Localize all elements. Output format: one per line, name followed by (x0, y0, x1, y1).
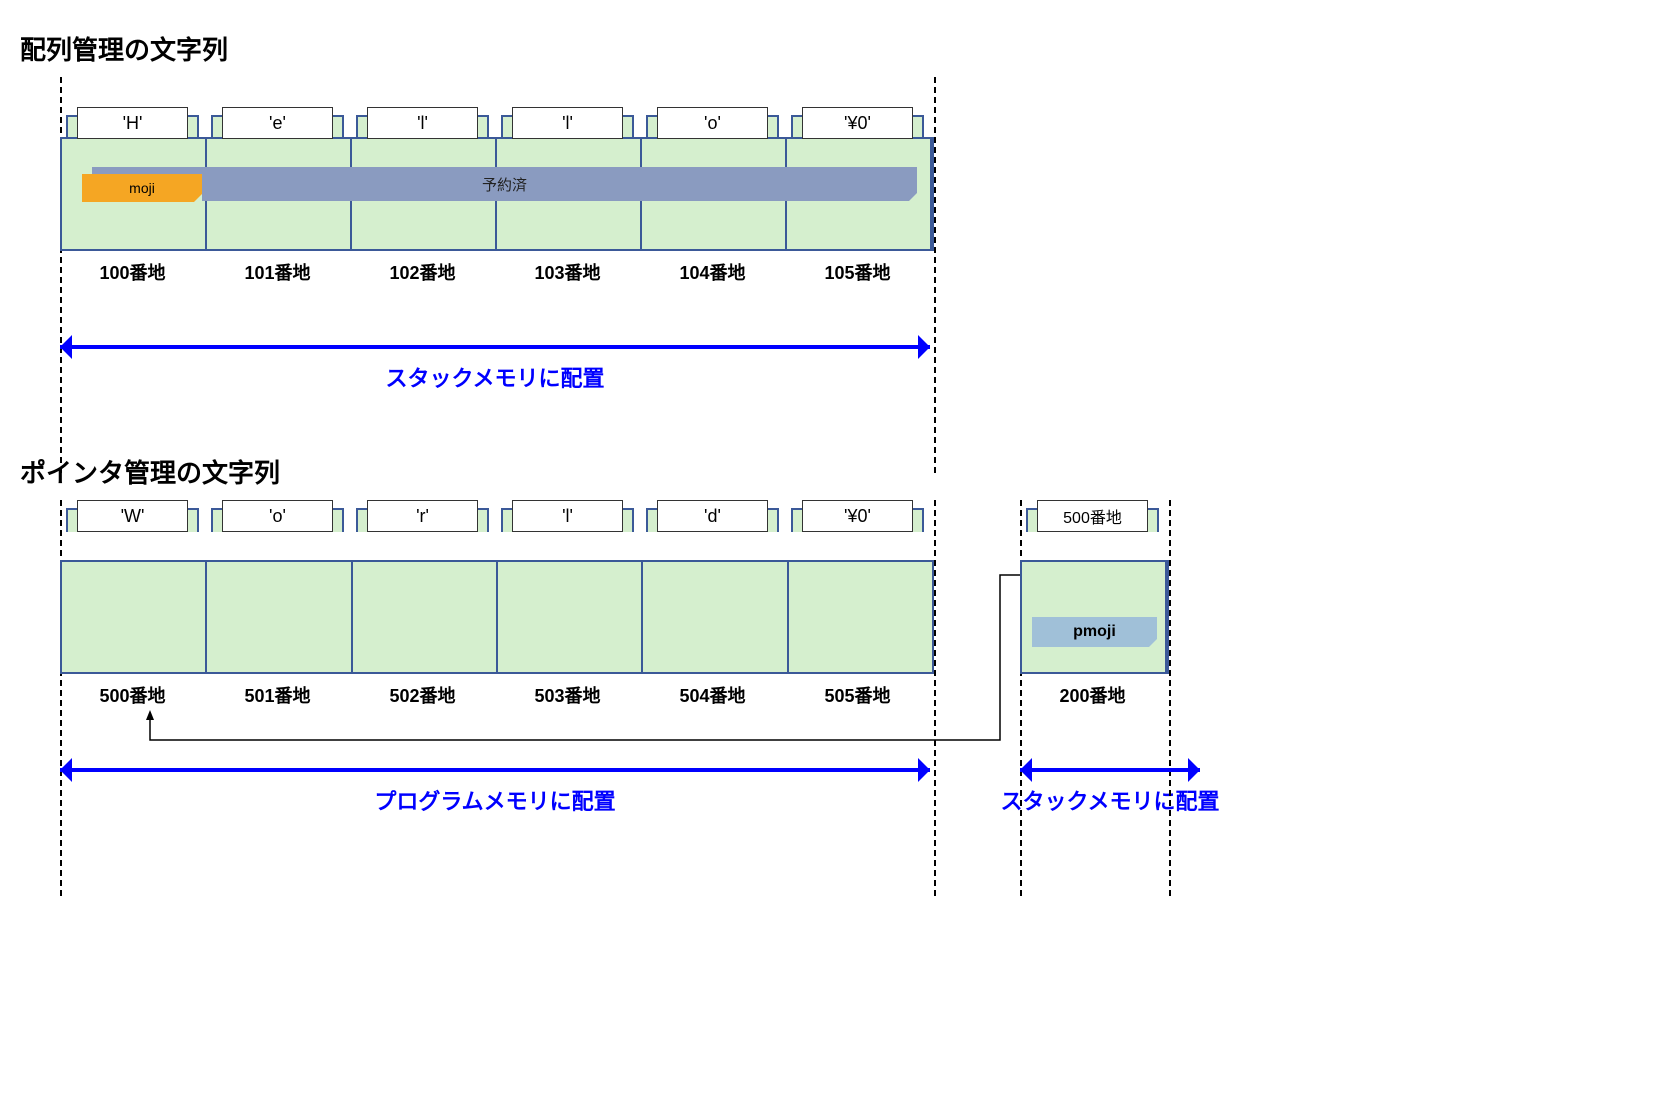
literal-range-arrow (60, 768, 930, 772)
ptr-char-4: 'd' (657, 500, 768, 532)
ptr-char-5: '¥0' (802, 500, 913, 532)
section1-title: 配列管理の文字列 (20, 30, 1657, 67)
array-char-3: 'l' (512, 107, 623, 139)
ptr-value-box: 500番地 (1037, 500, 1148, 532)
ptr-range-arrow (1020, 768, 1200, 772)
array-diagram: 'H' 'e' 'l' 'l' 'o' '¥0' 予約済 moji 100番地 … (60, 107, 950, 393)
array-char-2: 'l' (367, 107, 478, 139)
array-range-arrow (60, 345, 930, 349)
moji-var-tag: moji (82, 174, 202, 202)
ptr-memory-block: pmoji (1020, 560, 1169, 674)
array-char-0: 'H' (77, 107, 188, 139)
array-char-4: 'o' (657, 107, 768, 139)
ptr-char-0: 'W' (77, 500, 188, 532)
ptr-char-2: 'r' (367, 500, 478, 532)
array-char-5: '¥0' (802, 107, 913, 139)
reserved-bar: 予約済 (92, 167, 917, 201)
ptr-char-3: 'l' (512, 500, 623, 532)
ptr-char-1: 'o' (222, 500, 333, 532)
pointer-diagram: 'W' 'o' 'r' 'l' 'd' '¥0' 500番地 501番地 502… (60, 530, 1260, 816)
pmoji-var-tag: pmoji (1032, 617, 1157, 647)
array-char-1: 'e' (222, 107, 333, 139)
array-memory-block: 予約済 moji (60, 137, 934, 251)
literal-memory-block (60, 560, 934, 674)
